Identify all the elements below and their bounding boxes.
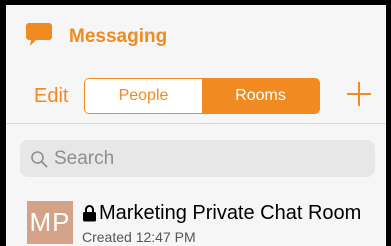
app-title: Messaging <box>69 26 168 47</box>
app-frame: Messaging Edit People Rooms MP Marketing… <box>6 5 386 246</box>
chat-bubble-icon <box>26 23 52 46</box>
search-icon <box>31 150 48 167</box>
segment-people[interactable]: People <box>85 79 202 113</box>
list-item-room[interactable]: MP Marketing Private Chat Room Created 1… <box>6 191 386 246</box>
plus-icon[interactable] <box>344 79 374 109</box>
lock-icon <box>83 205 96 222</box>
header-divider <box>6 123 386 124</box>
room-subtitle: Created 12:47 PM <box>82 229 196 245</box>
segment-rooms[interactable]: Rooms <box>202 79 319 113</box>
app-header: Messaging <box>6 5 386 67</box>
avatar: MP <box>27 201 73 244</box>
edit-button[interactable]: Edit <box>34 85 68 108</box>
room-name: Marketing Private Chat Room <box>99 202 362 224</box>
search-input[interactable] <box>54 147 354 170</box>
people-rooms-segmented-control: People Rooms <box>84 78 320 114</box>
search-bar[interactable] <box>20 140 375 177</box>
